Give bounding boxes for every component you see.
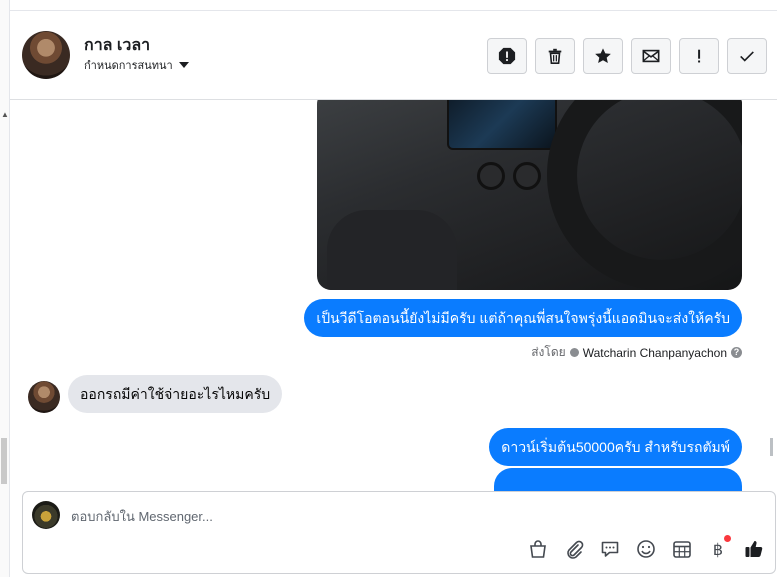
- car-seat-graphic: [327, 210, 457, 290]
- message-thread[interactable]: เป็นวีดีโอตอนนี้ยังไม่มีครับ แต่ถ้าคุณพี…: [10, 100, 773, 492]
- assign-conversation-label: กำหนดการสนทนา: [84, 60, 173, 72]
- dashboard-knob-graphic: [513, 162, 541, 190]
- report-icon: [498, 47, 516, 65]
- assign-conversation-dropdown[interactable]: กำหนดการสนทนา: [84, 56, 189, 74]
- header-actions: [487, 38, 767, 74]
- star-button[interactable]: [583, 38, 623, 74]
- contact-name[interactable]: กาล เวลา: [84, 33, 150, 58]
- calendar-grid-icon: [673, 541, 691, 558]
- follow-up-button[interactable]: [679, 38, 719, 74]
- star-icon: [595, 48, 611, 64]
- outgoing-message[interactable]: เป็นวีดีโอตอนนี้ยังไม่มีครับ แต่ถ้าคุณพี…: [304, 299, 742, 337]
- composer-tools: ฿: [527, 535, 765, 560]
- paperclip-icon: [567, 540, 584, 559]
- appointment-button[interactable]: [671, 538, 693, 560]
- payment-button[interactable]: ฿: [707, 535, 731, 560]
- scroll-up-arrow-icon[interactable]: ▲: [1, 110, 9, 119]
- check-icon: [740, 51, 754, 62]
- car-interior-photo[interactable]: [317, 100, 742, 290]
- sent-by-line: ส่งโดย Watcharin Chanpanyachon ?: [531, 343, 742, 362]
- thumbs-up-icon: [745, 541, 763, 557]
- scrollbar-thumb[interactable]: [1, 438, 7, 484]
- trash-icon: [548, 48, 562, 65]
- help-icon[interactable]: ?: [731, 347, 742, 358]
- reply-composer: ฿: [22, 491, 776, 574]
- thread-scrollbar-thumb[interactable]: [770, 438, 773, 456]
- shopping-bag-icon: [530, 540, 546, 558]
- delete-button[interactable]: [535, 38, 575, 74]
- attach-button[interactable]: [563, 538, 585, 560]
- dashboard-knob-graphic: [477, 162, 505, 190]
- mark-unread-button[interactable]: [631, 38, 671, 74]
- contact-avatar[interactable]: [22, 31, 70, 79]
- conversation-header: กาล เวลา กำหนดการสนทนา: [10, 10, 777, 100]
- sent-by-label: ส่งโดย: [531, 345, 566, 359]
- incoming-message[interactable]: ออกรถมีค่าใช้จ่ายอะไรไหมครับ: [68, 375, 283, 413]
- emoji-button[interactable]: [635, 538, 657, 560]
- reply-input[interactable]: [71, 507, 671, 525]
- sender-name[interactable]: Watcharin Chanpanyachon: [583, 346, 727, 360]
- mark-done-button[interactable]: [727, 38, 767, 74]
- notification-dot: [724, 535, 731, 542]
- envelope-icon: [642, 49, 660, 63]
- report-spam-button[interactable]: [487, 38, 527, 74]
- verified-check-icon: [569, 348, 579, 357]
- chat-bubble-icon: [601, 541, 619, 557]
- like-button[interactable]: [743, 538, 765, 560]
- caret-down-icon: [178, 62, 189, 68]
- car-dashboard-screen-graphic: [447, 100, 557, 150]
- shop-bag-button[interactable]: [527, 538, 549, 560]
- saved-replies-button[interactable]: [599, 538, 621, 560]
- page-avatar: [32, 501, 60, 529]
- outgoing-message[interactable]: ดาวน์เริ่มต้น50000ครับ สำหรับรถตัมพ์: [489, 428, 742, 466]
- baht-icon: ฿: [712, 539, 724, 559]
- smiley-icon: [637, 540, 655, 558]
- exclamation-icon: [698, 49, 701, 63]
- outgoing-message-partial[interactable]: [494, 468, 742, 492]
- left-scrollbar[interactable]: ▲: [0, 0, 10, 577]
- contact-avatar-small[interactable]: [28, 381, 60, 413]
- steering-wheel-graphic: [547, 100, 742, 290]
